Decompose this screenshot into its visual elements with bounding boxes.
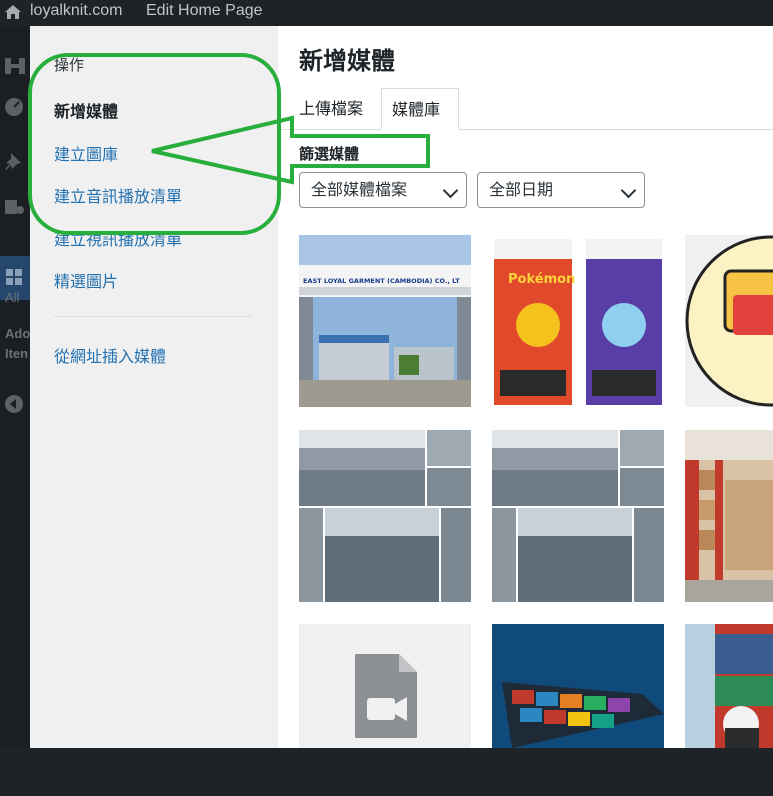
chevron-down-icon [620, 182, 637, 199]
sidebar-item-create-video-playlist[interactable]: 建立視訊播放清單 [54, 226, 182, 250]
media-frame: 新增媒體 上傳檔案 媒體庫 篩選媒體 全部媒體檔案 全部日期 EAST LOYA… [278, 26, 773, 748]
media-thumbnail-warehouse[interactable] [685, 430, 773, 602]
menu-items-text[interactable]: Iten [5, 346, 28, 361]
sidebar-item-create-gallery[interactable]: 建立圖庫 [54, 141, 118, 165]
media-type-filter-select[interactable]: 全部媒體檔案 [299, 172, 467, 208]
sidebar-item-featured-image[interactable]: 精選圖片 [54, 268, 118, 292]
tab-upload-files[interactable]: 上傳檔案 [289, 88, 373, 130]
date-filter-select[interactable]: 全部日期 [477, 172, 645, 208]
site-logo-icon[interactable] [3, 54, 27, 76]
media-icon[interactable] [3, 196, 27, 218]
home-icon[interactable] [4, 3, 22, 21]
filter-media-label: 篩選媒體 [299, 145, 360, 163]
pin-icon[interactable] [3, 151, 27, 173]
menu-all-text[interactable]: All [5, 290, 19, 305]
media-thumbnail-video-file[interactable] [299, 624, 471, 796]
pages-icon[interactable] [3, 266, 27, 288]
media-thumbnail-factory-gate[interactable]: EAST LOYAL GARMENT (CAMBODIA) CO., LT [299, 235, 471, 407]
chevron-down-icon [442, 182, 459, 199]
media-type-filter-value: 全部媒體檔案 [311, 180, 408, 199]
sidebar-item-add-media[interactable]: 新增媒體 [54, 98, 118, 122]
pokemon-logo-text: Pokémon [508, 272, 575, 287]
media-thumbnail-factory-collage[interactable] [299, 430, 471, 602]
page-title: 新增媒體 [299, 47, 395, 75]
media-thumbnail-chat-icon[interactable] [685, 235, 773, 407]
edit-page-link[interactable]: Edit Home Page [146, 2, 263, 20]
collapse-menu-icon[interactable] [3, 393, 27, 415]
menu-add-text[interactable]: Ado [5, 326, 30, 341]
sidebar-separator [54, 316, 252, 317]
admin-menu: All Ado Iten [0, 26, 30, 748]
factory-sign-text: EAST LOYAL GARMENT (CAMBODIA) CO., LT [303, 277, 460, 285]
media-modal-sidebar: 操作 新增媒體 建立圖庫 建立音訊播放清單 建立視訊播放清單 精選圖片 從網址插… [30, 26, 278, 748]
tab-media-library[interactable]: 媒體庫 [381, 88, 459, 130]
media-thumbnail-factory-collage[interactable] [492, 430, 664, 602]
dashboard-icon[interactable] [3, 96, 27, 118]
sidebar-item-insert-from-url[interactable]: 從網址插入媒體 [54, 343, 166, 367]
media-modal: 操作 新增媒體 建立圖庫 建立音訊播放清單 建立視訊播放清單 精選圖片 從網址插… [30, 26, 773, 748]
admin-bar: loyalknit.com Edit Home Page [0, 0, 773, 26]
media-thumbnail-container-yard[interactable] [685, 624, 773, 796]
sidebar-item-create-audio-playlist[interactable]: 建立音訊播放清單 [54, 183, 182, 207]
media-thumbnail-container-ship[interactable] [492, 624, 664, 796]
media-thumbnail-pokemon-packs[interactable]: Pokémon [492, 235, 664, 407]
date-filter-value: 全部日期 [489, 180, 554, 199]
site-name-link[interactable]: loyalknit.com [30, 2, 122, 20]
actions-heading: 操作 [54, 56, 85, 74]
